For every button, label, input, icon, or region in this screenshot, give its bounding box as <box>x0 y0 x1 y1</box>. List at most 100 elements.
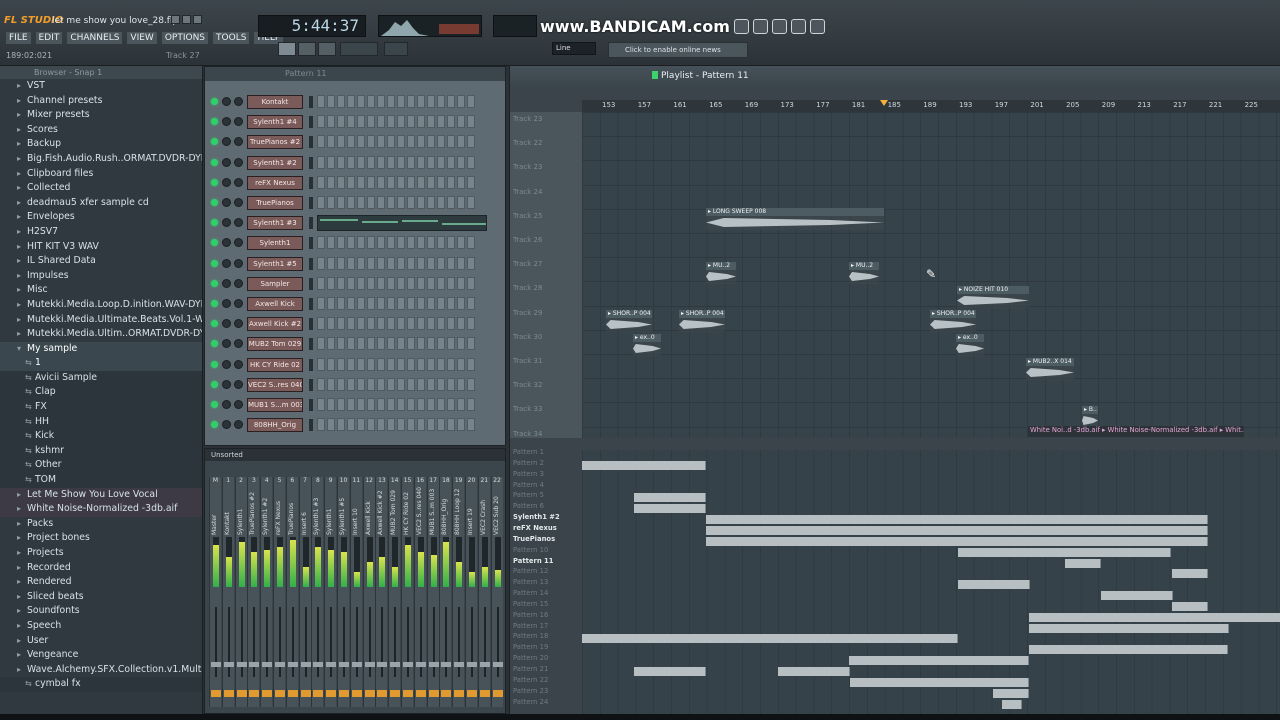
channel-select-bar[interactable] <box>309 318 313 331</box>
step-button[interactable] <box>337 297 345 310</box>
browser-item[interactable]: ▾ My sample <box>0 341 202 357</box>
pattern-clip[interactable] <box>1029 645 1228 655</box>
step-button[interactable] <box>357 175 365 189</box>
browser-item[interactable]: ⇆ Clap <box>0 385 202 401</box>
pan-knob[interactable] <box>222 238 231 248</box>
pattern-clip[interactable] <box>634 504 706 514</box>
fx-slot-button[interactable] <box>377 690 388 697</box>
step-button[interactable] <box>457 95 465 108</box>
pan-knob[interactable] <box>222 339 231 349</box>
volume-knob[interactable] <box>234 400 243 409</box>
channel-active-led[interactable] <box>211 401 218 408</box>
step-button[interactable] <box>397 297 405 310</box>
browser-item[interactable]: ▸ Let Me Show You Love Vocal <box>0 487 202 503</box>
step-button[interactable] <box>357 236 365 250</box>
step-button[interactable] <box>317 398 325 411</box>
step-button[interactable] <box>437 337 445 351</box>
step-button[interactable] <box>447 357 455 371</box>
pattern-clip[interactable] <box>1029 612 1280 622</box>
fader-cap[interactable] <box>467 662 477 667</box>
step-button[interactable] <box>467 297 475 310</box>
browser-item[interactable]: ▸ Soundfonts <box>0 604 202 619</box>
step-button[interactable] <box>317 95 325 108</box>
step-button[interactable] <box>387 337 395 351</box>
fx-slot-button[interactable] <box>403 690 413 697</box>
channel-select-bar[interactable] <box>309 338 313 351</box>
step-button[interactable] <box>347 418 355 432</box>
step-button[interactable] <box>337 377 345 391</box>
step-button[interactable] <box>457 236 465 250</box>
step-button[interactable] <box>327 357 335 371</box>
browser-item[interactable]: ▸ VST <box>0 79 202 94</box>
step-button[interactable] <box>327 337 335 351</box>
maximize-icon[interactable] <box>182 15 191 24</box>
step-button[interactable] <box>377 337 385 351</box>
step-button[interactable] <box>417 377 425 391</box>
audio-clip[interactable]: ▸ SHOR..P 004 <box>679 310 725 332</box>
step-button[interactable] <box>407 95 415 108</box>
channel-select-bar[interactable] <box>309 378 313 391</box>
step-button[interactable] <box>437 297 445 310</box>
step-button[interactable] <box>467 377 475 391</box>
browser-item[interactable]: ⇆ Other <box>0 458 202 474</box>
mixer-track[interactable]: 11 Insert 10 <box>349 477 362 707</box>
step-button[interactable] <box>417 95 425 108</box>
step-button[interactable] <box>427 317 435 331</box>
step-button[interactable] <box>317 115 325 129</box>
channel-active-led[interactable] <box>211 219 218 227</box>
browser-item[interactable]: ▸ Misc <box>0 283 202 298</box>
step-button[interactable] <box>327 418 335 432</box>
channel-active-led[interactable] <box>211 178 218 186</box>
step-button[interactable] <box>467 337 475 351</box>
step-button[interactable] <box>327 297 335 310</box>
step-button[interactable] <box>347 337 355 351</box>
browser-item[interactable]: ▸ Projects <box>0 546 202 561</box>
browser-item[interactable]: ⇆ Kick <box>0 429 202 444</box>
step-button[interactable] <box>457 175 465 189</box>
step-button[interactable] <box>467 135 475 149</box>
channel-name-button[interactable]: TruePianos <box>247 196 303 210</box>
step-button[interactable] <box>427 256 435 270</box>
step-button[interactable] <box>357 418 365 432</box>
step-button[interactable] <box>467 115 475 129</box>
browser-item[interactable]: ▸ IL Shared Data <box>0 254 202 269</box>
play-button[interactable] <box>278 42 296 56</box>
step-button[interactable] <box>407 418 415 432</box>
timeline-ruler[interactable]: 153 157 161 165 169 173 177 181 185 189 193 197 201 2… <box>582 100 1280 112</box>
step-button[interactable] <box>447 337 455 351</box>
browser-item[interactable]: ▸ Sliced beats <box>0 590 202 605</box>
step-button[interactable] <box>377 256 385 270</box>
channel-name-button[interactable]: Axwell Kick <box>247 297 303 311</box>
menu-options[interactable]: OPTIONS <box>161 32 209 44</box>
step-button[interactable] <box>377 115 385 129</box>
channel-name-button[interactable]: Sampler <box>247 276 303 291</box>
fader-cap[interactable] <box>287 662 298 667</box>
step-button[interactable] <box>407 337 415 351</box>
pattern-clip[interactable] <box>706 525 1208 535</box>
step-button[interactable] <box>387 196 395 209</box>
fx-slot-button[interactable] <box>454 690 465 697</box>
step-button[interactable] <box>427 175 435 189</box>
mixer-track[interactable]: 3 TruePianos #2 <box>247 477 260 707</box>
fader-cap[interactable] <box>415 662 426 667</box>
pan-knob[interactable] <box>222 157 231 167</box>
step-button[interactable] <box>377 95 385 108</box>
channel-active-led[interactable] <box>211 340 218 348</box>
channel-select-bar[interactable] <box>309 197 313 209</box>
channel-active-led[interactable] <box>211 259 218 267</box>
fx-slot-button[interactable] <box>300 690 311 697</box>
mixer-track[interactable]: M Master <box>209 477 221 707</box>
browser-item[interactable]: ▸ Channel presets <box>0 94 202 109</box>
mixer-track[interactable]: 2 Sylenth1 <box>234 477 247 707</box>
volume-knob[interactable] <box>234 117 243 127</box>
pan-knob[interactable] <box>222 218 231 228</box>
channel-active-led[interactable] <box>211 300 218 307</box>
step-button[interactable] <box>317 418 325 432</box>
pattern-clip[interactable] <box>1002 699 1022 709</box>
pan-knob[interactable] <box>222 198 231 207</box>
step-button[interactable] <box>387 236 395 250</box>
channel-active-led[interactable] <box>211 320 218 328</box>
step-button[interactable] <box>367 256 375 270</box>
volume-knob[interactable] <box>234 258 243 268</box>
browser-item[interactable]: ▸ Collected <box>0 181 202 196</box>
